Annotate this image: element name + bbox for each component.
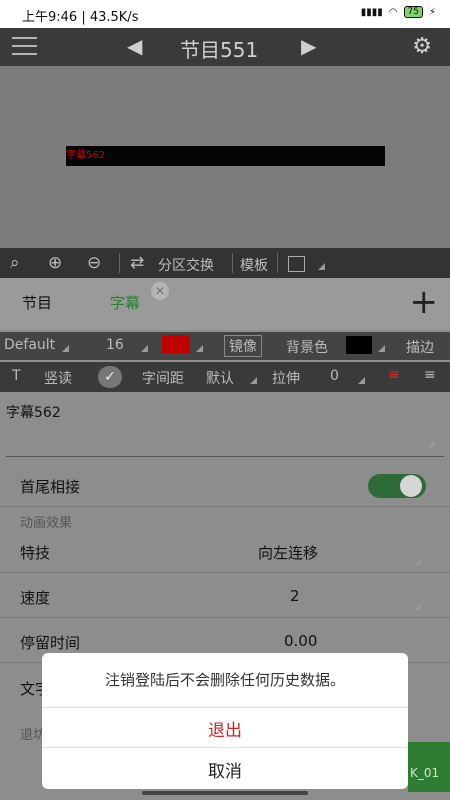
signal-icon: ▮▮▮▮ (360, 6, 383, 18)
subtitle-text-input[interactable]: 字幕562 (6, 402, 61, 422)
head-tail-label: 首尾相接 (20, 478, 81, 496)
close-icon[interactable]: ✕ (151, 282, 169, 300)
cancel-button[interactable]: 取消 (42, 757, 408, 782)
text-type-button[interactable]: T (12, 368, 21, 384)
charging-icon: ⚡ (428, 6, 436, 18)
divider (232, 253, 233, 273)
toggle-knob (400, 475, 422, 497)
zoom-out-icon[interactable]: ⊖ (87, 253, 101, 273)
dropdown-triangle-icon (414, 558, 421, 565)
section-title: 动画效果 (20, 516, 73, 531)
check-icon[interactable]: ✓ (98, 366, 122, 388)
status-time: 上午9:46 | 43.5K/s (22, 10, 139, 25)
menu-icon[interactable] (12, 37, 37, 57)
effect-label: 特技 (20, 544, 51, 562)
zoom-in-icon[interactable]: ⊕ (48, 253, 62, 273)
divider (42, 747, 408, 748)
dropdown-triangle-icon (428, 440, 435, 447)
text-color-swatch[interactable] (162, 335, 190, 353)
add-icon[interactable]: + (410, 282, 439, 322)
head-tail-toggle[interactable] (368, 474, 426, 498)
tab-program[interactable]: 节目 (22, 292, 52, 313)
battery-icon: 75 (403, 6, 423, 18)
app-bar: ◀ 节目551 ▶ ⚙ (0, 28, 450, 66)
home-indicator[interactable] (142, 791, 308, 795)
divider (6, 456, 444, 457)
spacing-select[interactable]: 默认 (206, 368, 234, 388)
bg-color-swatch[interactable] (346, 336, 372, 354)
speed-row: 速度 2 (0, 577, 450, 618)
divider (42, 707, 408, 708)
dropdown-triangle-icon (196, 345, 203, 352)
template-swatch[interactable] (288, 256, 305, 272)
tab-subtitle[interactable]: 字幕 (110, 292, 140, 313)
partition-swap-button[interactable]: 分区交换 (158, 255, 214, 275)
subtitle-preview[interactable]: 字幕562 (66, 146, 385, 166)
page-title: 节目551 (180, 38, 259, 62)
template-button[interactable]: 模板 (240, 255, 268, 275)
dropdown-triangle-icon (141, 345, 148, 352)
logout-dialog: 注销登陆后不会删除任何历史数据。 退出 取消 (42, 653, 408, 789)
stroke-button[interactable]: 描边 (406, 337, 434, 357)
bg-color-label: 背景色 (286, 340, 328, 356)
effect-select[interactable]: 向左连移 (258, 542, 318, 563)
stay-label: 停留时间 (20, 634, 81, 652)
font-size-select[interactable]: 16 (106, 337, 124, 353)
tab-bar: 节目 字幕 ✕ + (0, 278, 450, 330)
next-arrow-icon[interactable]: ▶ (301, 34, 316, 58)
preview-area: 字幕562 (0, 66, 450, 248)
vertical-label: 竖读 (44, 371, 72, 387)
stay-input[interactable]: 0.00 (284, 632, 317, 650)
spacing-label: 字间距 (142, 371, 184, 387)
dropdown-triangle-icon (250, 377, 257, 384)
dropdown-triangle-icon (414, 603, 421, 610)
dropdown-triangle-icon (318, 263, 325, 270)
dropdown-triangle-icon (62, 345, 69, 352)
swap-icon[interactable]: ⇄ (130, 253, 144, 273)
font-select[interactable]: Default (4, 337, 55, 353)
status-bar: 上午9:46 | 43.5K/s ▮▮▮▮ ◠ 75 ⚡ (0, 0, 450, 28)
align-center-icon[interactable]: ≡ (424, 367, 436, 383)
align-left-icon[interactable]: ≡ (388, 367, 400, 383)
edit-toolbar: ⌕ ⊕ ⊖ ⇄ 分区交换 模板 (0, 248, 450, 278)
dropdown-triangle-icon (378, 345, 385, 352)
dialog-message: 注销登陆后不会删除任何历史数据。 (104, 671, 345, 689)
stretch-label: 拉伸 (272, 371, 300, 387)
logout-confirm-button[interactable]: 退出 (42, 716, 408, 741)
speed-label: 速度 (20, 589, 51, 607)
status-icons: ▮▮▮▮ ◠ 75 ⚡ (361, 6, 436, 18)
partial-label: K_01 (410, 766, 440, 780)
divider (277, 253, 278, 273)
gear-icon[interactable]: ⚙ (412, 34, 432, 59)
font-style-row: Default 16 镜像 背景色 描边 (0, 332, 450, 360)
search-icon[interactable]: ⌕ (10, 253, 20, 273)
prev-arrow-icon[interactable]: ◀ (127, 34, 142, 58)
mirror-button[interactable]: 镜像 (224, 335, 262, 357)
text-style-row: T 竖读 ✓ 字间距 默认 拉伸 0 ≡ ≡ (0, 362, 450, 392)
wifi-icon: ◠ (388, 6, 398, 18)
head-tail-row: 首尾相接 (0, 466, 450, 507)
effect-row: 特技 向左连移 (0, 532, 450, 573)
speed-select[interactable]: 2 (290, 587, 300, 605)
divider (119, 253, 120, 273)
stretch-select[interactable]: 0 (330, 368, 339, 384)
dropdown-triangle-icon (358, 377, 365, 384)
subtitle-preview-text: 字幕562 (66, 150, 106, 161)
bottom-panel: K_01 (408, 742, 450, 792)
